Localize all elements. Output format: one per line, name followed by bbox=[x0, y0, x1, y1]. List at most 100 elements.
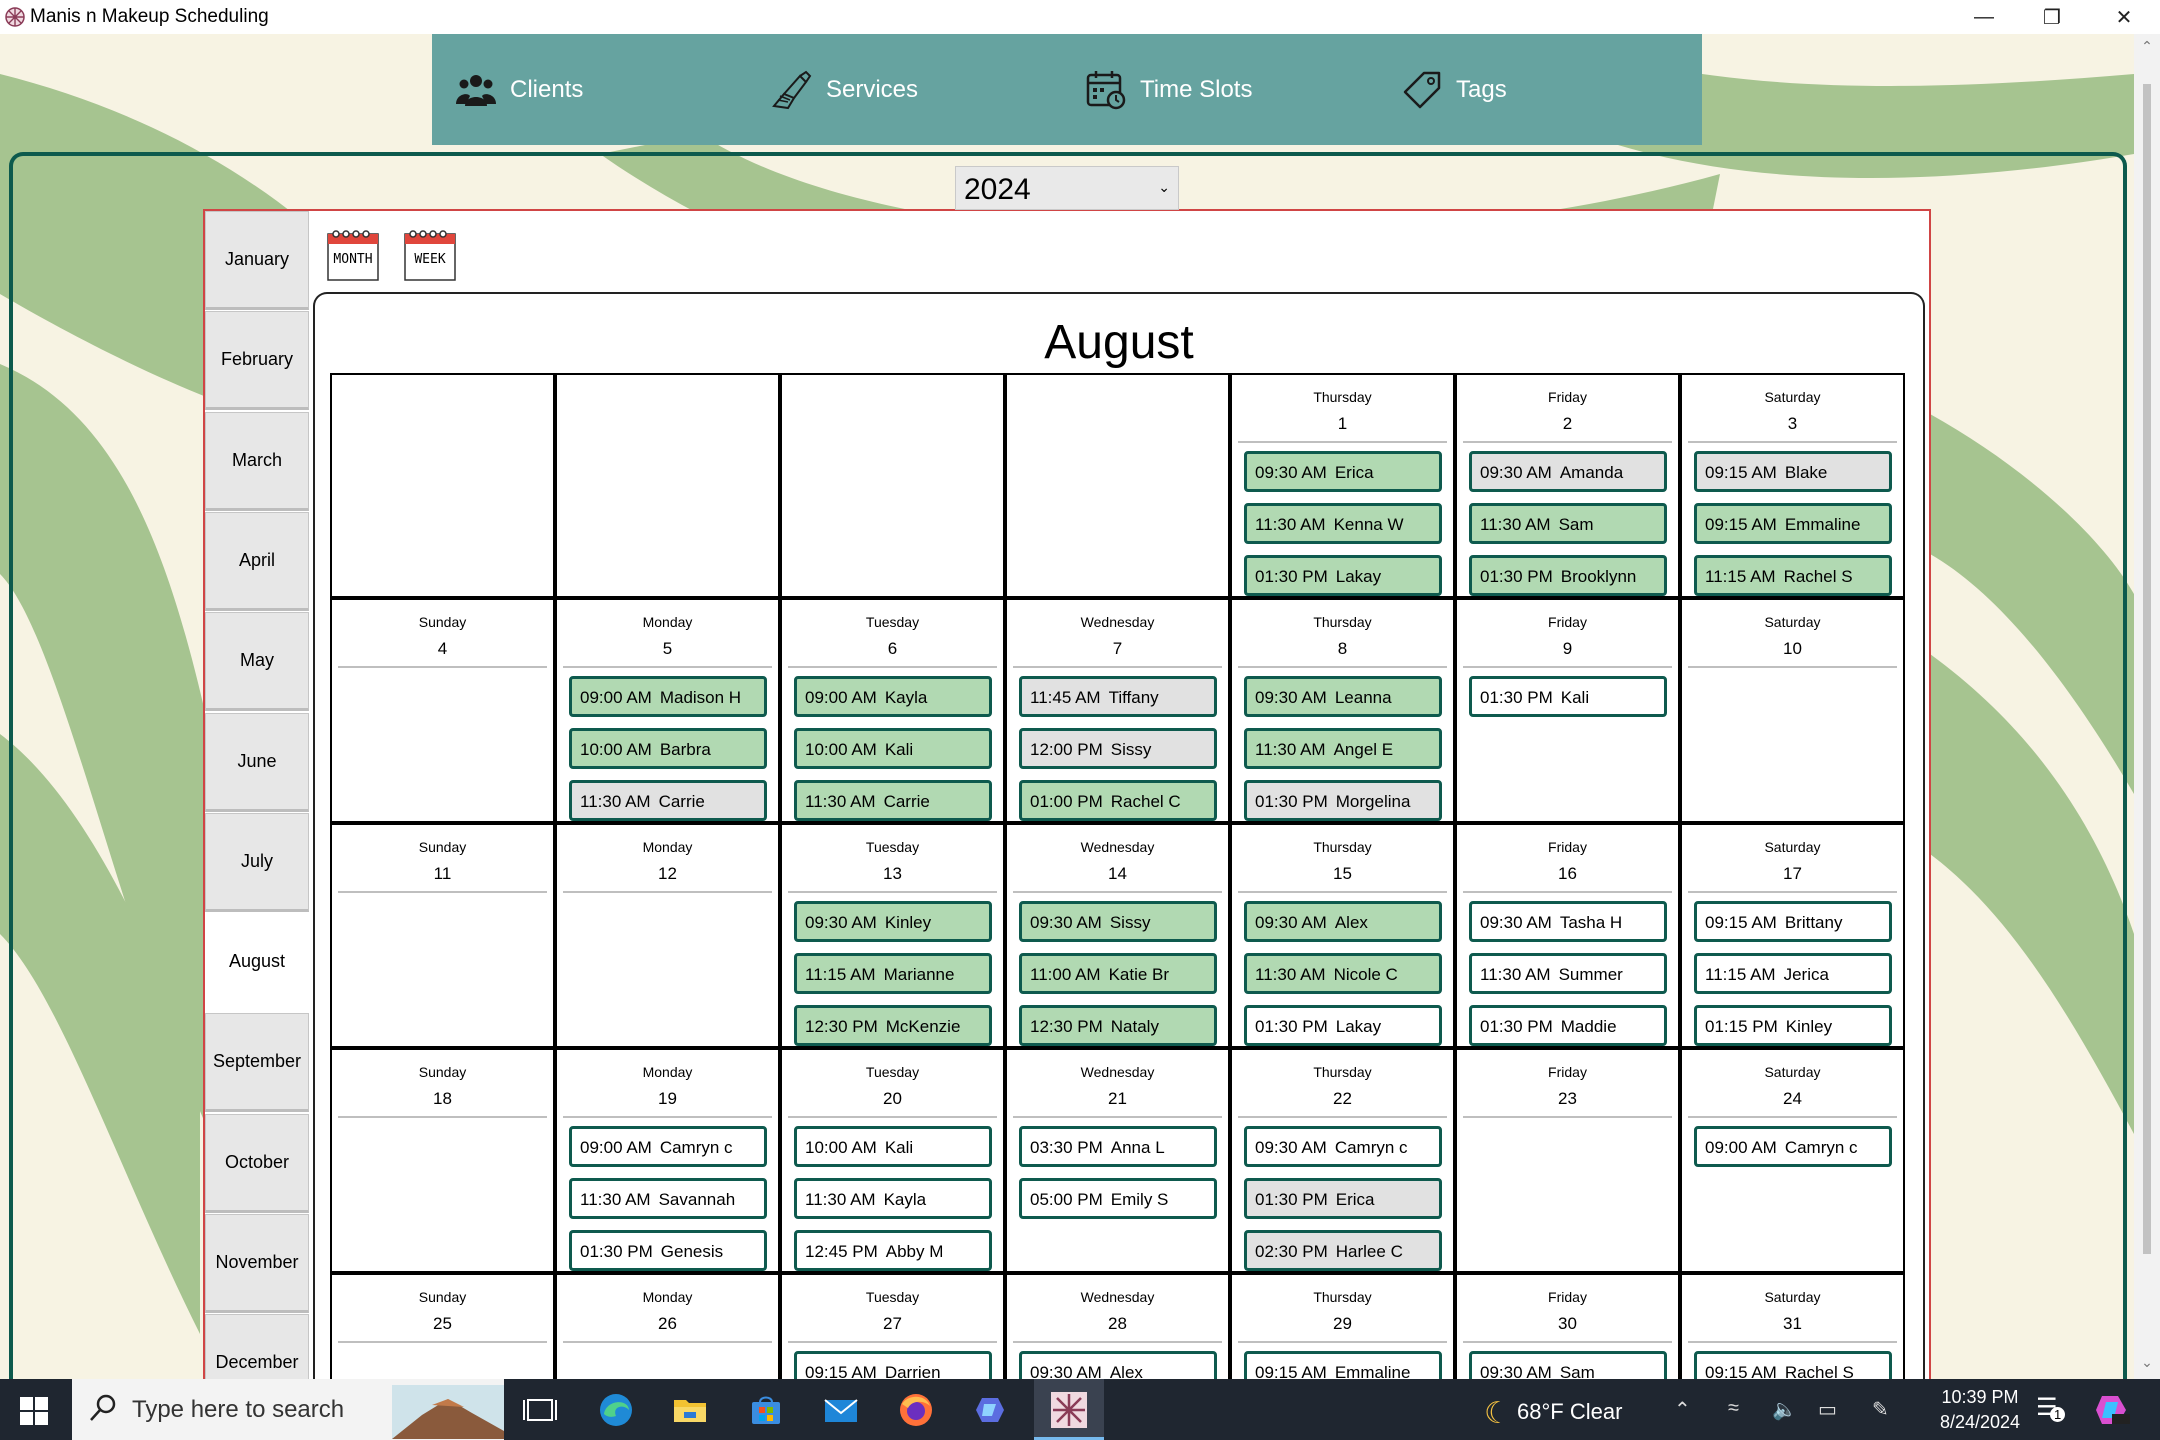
month-button-january[interactable]: January bbox=[205, 211, 309, 310]
appointment-button[interactable]: 11:30 AM Savannah bbox=[569, 1178, 767, 1219]
appointment-button[interactable]: 09:15 AM Brittany bbox=[1694, 901, 1892, 942]
week-view-button[interactable]: WEEK bbox=[403, 226, 457, 282]
appointment-button[interactable]: 10:00 AM Barbra bbox=[569, 728, 767, 769]
minimize-button[interactable]: — bbox=[1950, 0, 2018, 34]
notification-button[interactable]: ☰ 1 bbox=[2036, 1393, 2070, 1427]
month-button-june[interactable]: June bbox=[205, 712, 309, 812]
month-button-february[interactable]: February bbox=[205, 311, 309, 411]
appointment-button[interactable]: 01:30 PM Genesis bbox=[569, 1230, 767, 1271]
appointment-button[interactable]: 11:30 AM Kayla bbox=[794, 1178, 992, 1219]
appointment-button[interactable]: 11:30 AM Summer bbox=[1469, 953, 1667, 994]
restore-button[interactable]: ❐ bbox=[2018, 0, 2086, 34]
battery-icon[interactable]: ▭ bbox=[1818, 1397, 1837, 1422]
mail-icon[interactable] bbox=[823, 1392, 859, 1428]
day-cell[interactable]: Thursday 22 09:30 AM Camryn c 01:30 PM Erica 0… bbox=[1230, 1048, 1455, 1273]
weather-widget[interactable]: ☾ 68°F Clear bbox=[1484, 1396, 1622, 1431]
month-button-july[interactable]: July bbox=[205, 812, 309, 912]
copilot-icon[interactable] bbox=[972, 1392, 1008, 1428]
day-cell[interactable]: Wednesday 21 03:30 PM Anna L 05:00 PM Emily S bbox=[1005, 1048, 1230, 1273]
appointment-button[interactable]: 09:30 AM Camryn c bbox=[1244, 1126, 1442, 1167]
appointment-button[interactable]: 09:30 AM Leanna bbox=[1244, 676, 1442, 717]
appointment-button[interactable]: 01:30 PM Erica bbox=[1244, 1178, 1442, 1219]
windows-start-icon[interactable] bbox=[20, 1397, 48, 1425]
appointment-button[interactable]: 10:00 AM Kali bbox=[794, 728, 992, 769]
appointment-button[interactable]: 09:00 AM Camryn c bbox=[569, 1126, 767, 1167]
appointment-button[interactable]: 01:30 PM Maddie bbox=[1469, 1005, 1667, 1046]
appointment-button[interactable]: 02:30 PM Harlee C bbox=[1244, 1230, 1442, 1271]
appointment-button[interactable]: 09:00 AM Camryn c bbox=[1694, 1126, 1892, 1167]
day-cell[interactable]: Monday 12 bbox=[555, 823, 780, 1048]
day-cell[interactable]: Saturday 10 bbox=[1680, 598, 1905, 823]
appointment-button[interactable]: 01:30 PM Kali bbox=[1469, 676, 1667, 717]
nav-tags[interactable]: Tags bbox=[1402, 34, 1507, 145]
month-button-september[interactable]: September bbox=[205, 1013, 309, 1113]
appointment-button[interactable]: 12:45 PM Abby M bbox=[794, 1230, 992, 1271]
task-view-icon[interactable] bbox=[522, 1392, 558, 1428]
appointment-button[interactable]: 11:15 AM Rachel S bbox=[1694, 555, 1892, 596]
appointment-button[interactable]: 11:30 AM Carrie bbox=[794, 780, 992, 821]
active-app-tab[interactable] bbox=[1034, 1379, 1104, 1440]
appointment-button[interactable]: 09:00 AM Kayla bbox=[794, 676, 992, 717]
day-cell[interactable]: Wednesday 7 11:45 AM Tiffany 12:00 PM Sissy 01… bbox=[1005, 598, 1230, 823]
day-cell[interactable]: Sunday 4 bbox=[330, 598, 555, 823]
appointment-button[interactable]: 05:00 PM Emily S bbox=[1019, 1178, 1217, 1219]
appointment-button[interactable]: 10:00 AM Kali bbox=[794, 1126, 992, 1167]
day-cell[interactable]: Saturday 3 09:15 AM Blake 09:15 AM Emmaline 11… bbox=[1680, 373, 1905, 598]
appointment-button[interactable]: 11:15 AM Jerica bbox=[1694, 953, 1892, 994]
appointment-button[interactable]: 01:30 PM Lakay bbox=[1244, 555, 1442, 596]
day-cell[interactable]: Tuesday 13 09:30 AM Kinley 11:15 AM Marianne 1… bbox=[780, 823, 1005, 1048]
appointment-button[interactable]: 11:45 AM Tiffany bbox=[1019, 676, 1217, 717]
appointment-button[interactable]: 11:30 AM Angel E bbox=[1244, 728, 1442, 769]
appointment-button[interactable]: 11:00 AM Katie Br bbox=[1019, 953, 1217, 994]
appointment-button[interactable]: 01:30 PM Brooklynn bbox=[1469, 555, 1667, 596]
scroll-down-icon[interactable]: ⌄ bbox=[2134, 1354, 2160, 1371]
month-button-august[interactable]: August bbox=[205, 913, 309, 1013]
day-cell[interactable]: Saturday 17 09:15 AM Brittany 11:15 AM Jerica… bbox=[1680, 823, 1905, 1048]
month-button-november[interactable]: November bbox=[205, 1214, 309, 1313]
store-icon[interactable] bbox=[748, 1392, 784, 1428]
day-cell[interactable]: Saturday 24 09:00 AM Camryn c bbox=[1680, 1048, 1905, 1273]
day-cell[interactable]: Sunday 11 bbox=[330, 823, 555, 1048]
appointment-button[interactable]: 09:15 AM Emmaline bbox=[1694, 503, 1892, 544]
appointment-button[interactable]: 01:00 PM Rachel C bbox=[1019, 780, 1217, 821]
nav-services[interactable]: Services bbox=[770, 34, 918, 145]
firefox-icon[interactable] bbox=[898, 1392, 934, 1428]
scroll-up-icon[interactable]: ⌃ bbox=[2134, 38, 2160, 55]
day-cell[interactable]: Thursday 1 09:30 AM Erica 11:30 AM Kenna W 01:… bbox=[1230, 373, 1455, 598]
taskbar-clock[interactable]: 10:39 PM 8/24/2024 bbox=[1930, 1385, 2030, 1435]
day-cell[interactable]: Thursday 15 09:30 AM Alex 11:30 AM Nicole C 01… bbox=[1230, 823, 1455, 1048]
scroll-thumb[interactable] bbox=[2143, 84, 2151, 1254]
appointment-button[interactable]: 03:30 PM Anna L bbox=[1019, 1126, 1217, 1167]
day-cell[interactable]: Friday 9 01:30 PM Kali bbox=[1455, 598, 1680, 823]
appointment-button[interactable]: 11:15 AM Marianne bbox=[794, 953, 992, 994]
copilot-pre-icon[interactable] bbox=[2094, 1392, 2130, 1428]
day-cell[interactable]: Thursday 8 09:30 AM Leanna 11:30 AM Angel E 01… bbox=[1230, 598, 1455, 823]
day-cell[interactable]: Friday 23 bbox=[1455, 1048, 1680, 1273]
day-cell[interactable]: Tuesday 6 09:00 AM Kayla 10:00 AM Kali 11:30 A… bbox=[780, 598, 1005, 823]
appointment-button[interactable]: 11:30 AM Nicole C bbox=[1244, 953, 1442, 994]
appointment-button[interactable]: 09:30 AM Tasha H bbox=[1469, 901, 1667, 942]
nav-clients[interactable]: Clients bbox=[456, 34, 583, 145]
edge-icon[interactable] bbox=[598, 1392, 634, 1428]
appointment-button[interactable]: 01:30 PM Morgelina bbox=[1244, 780, 1442, 821]
day-cell[interactable]: Wednesday 14 09:30 AM Sissy 11:00 AM Katie Br… bbox=[1005, 823, 1230, 1048]
month-button-october[interactable]: October bbox=[205, 1113, 309, 1213]
nav-time-slots[interactable]: Time Slots bbox=[1086, 34, 1252, 145]
close-button[interactable]: ✕ bbox=[2090, 0, 2158, 34]
year-select[interactable]: 2024 ⌄ bbox=[955, 166, 1179, 210]
day-cell[interactable]: Tuesday 20 10:00 AM Kali 11:30 AM Kayla 12:45 … bbox=[780, 1048, 1005, 1273]
network-icon[interactable]: ≈ bbox=[1728, 1397, 1739, 1420]
day-cell[interactable]: Friday 16 09:30 AM Tasha H 11:30 AM Summer 01:… bbox=[1455, 823, 1680, 1048]
file-explorer-icon[interactable] bbox=[672, 1392, 708, 1428]
day-cell[interactable]: Friday 2 09:30 AM Amanda 11:30 AM Sam 01:30 PM… bbox=[1455, 373, 1680, 598]
volume-icon[interactable]: 🔈 bbox=[1772, 1397, 1797, 1422]
appointment-button[interactable]: 11:30 AM Kenna W bbox=[1244, 503, 1442, 544]
day-cell[interactable]: Monday 19 09:00 AM Camryn c 11:30 AM Savannah… bbox=[555, 1048, 780, 1273]
appointment-button[interactable]: 01:15 PM Kinley bbox=[1694, 1005, 1892, 1046]
day-cell[interactable]: Sunday 18 bbox=[330, 1048, 555, 1273]
appointment-button[interactable]: 09:00 AM Madison H bbox=[569, 676, 767, 717]
appointment-button[interactable]: 09:30 AM Erica bbox=[1244, 451, 1442, 492]
appointment-button[interactable]: 12:30 PM Nataly bbox=[1019, 1005, 1217, 1046]
month-view-button[interactable]: MONTH bbox=[326, 226, 380, 282]
appointment-button[interactable]: 09:30 AM Amanda bbox=[1469, 451, 1667, 492]
